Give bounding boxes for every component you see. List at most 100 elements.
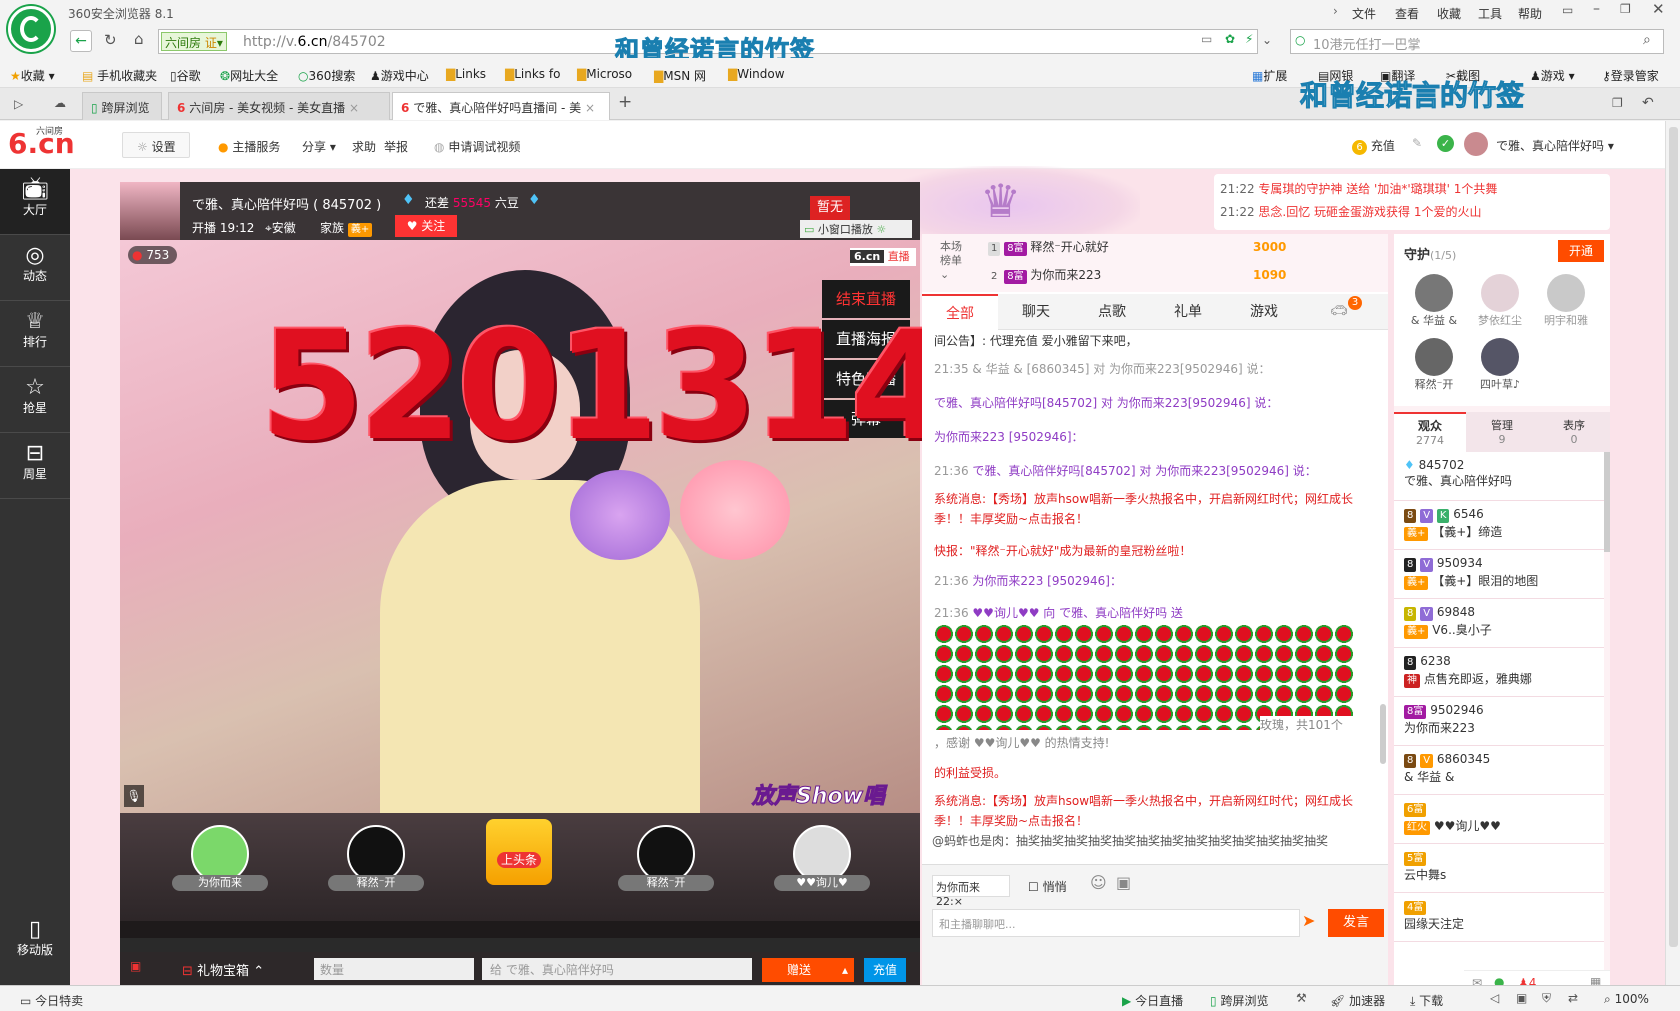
chat-recipient[interactable]: 为你而来22:× bbox=[932, 875, 1010, 908]
seat-1[interactable]: 为你而来 bbox=[172, 825, 268, 915]
send-dropdown-icon[interactable]: ▴ bbox=[836, 958, 854, 982]
fav-collect[interactable]: ★收藏 ▾ bbox=[10, 67, 55, 84]
small-window-button[interactable]: ▭ 小窗口播放 ☼ bbox=[800, 220, 912, 238]
tab-game[interactable]: 游戏 bbox=[1226, 294, 1302, 330]
share-link[interactable]: 分享 ▾ bbox=[302, 138, 336, 155]
emoji-icon[interactable]: ☺ bbox=[1090, 875, 1107, 891]
recharge-button[interactable]: 充值 bbox=[864, 958, 906, 982]
fav-google[interactable]: ▯谷歌 bbox=[170, 67, 201, 84]
sidebar-item-mobile[interactable]: ▯ 移动版 bbox=[0, 909, 70, 975]
list-item[interactable]: 8 6238 神 点售充即返，雅典娜 bbox=[1394, 648, 1604, 697]
undo-close-icon[interactable]: ↶ bbox=[1642, 96, 1654, 110]
lightning-icon[interactable]: ⚡ bbox=[1245, 33, 1253, 45]
sound-icon[interactable]: ◁ bbox=[1490, 992, 1499, 1004]
refresh-icon[interactable]: ↻ bbox=[104, 33, 117, 48]
tab-song[interactable]: 点歌 bbox=[1074, 294, 1150, 330]
settings-button[interactable]: ☼ 设置 bbox=[122, 132, 190, 158]
back-icon[interactable]: ← bbox=[70, 30, 92, 52]
recipient-select[interactable]: 给 で雅、真心陪伴好吗 bbox=[482, 958, 752, 980]
send-plane-icon[interactable]: ➤ bbox=[1302, 913, 1315, 929]
fav-login[interactable]: ⚷登录管家 bbox=[1602, 67, 1659, 84]
maximize-icon[interactable]: ❐ bbox=[1620, 3, 1631, 15]
check-icon[interactable]: ✓ bbox=[1437, 135, 1454, 152]
menu-favorites[interactable]: 收藏 bbox=[1437, 5, 1461, 22]
private-checkbox[interactable]: ☐ 悄悄 bbox=[1028, 878, 1067, 895]
online-icon[interactable]: ● bbox=[1494, 976, 1504, 985]
mail-icon[interactable]: ✉ bbox=[1472, 977, 1482, 985]
sidebar-item-week[interactable]: ⊟ 周星 bbox=[0, 433, 70, 499]
camera-icon[interactable]: ▣ bbox=[1516, 992, 1527, 1004]
fav-linksfo[interactable]: ▇Links fo bbox=[505, 67, 560, 81]
wealth-small-icon[interactable]: ▣ bbox=[130, 960, 141, 972]
tab-chat[interactable]: 聊天 bbox=[998, 294, 1074, 330]
fav-ext[interactable]: ▦扩展 bbox=[1252, 67, 1287, 84]
minimize-icon[interactable]: – bbox=[1593, 2, 1600, 16]
cloud-icon[interactable]: ☁ bbox=[54, 97, 66, 109]
tab-all[interactable]: 全部 bbox=[922, 294, 998, 330]
status-live-today[interactable]: ▶ 今日直播 bbox=[1122, 992, 1183, 1009]
speed-icon[interactable]: ✿ bbox=[1225, 33, 1235, 45]
seat-5[interactable]: ♥♥询儿♥ bbox=[774, 825, 870, 915]
send-gift-button[interactable]: 赠送 bbox=[762, 958, 836, 982]
guard-member[interactable]: 释然⁻开 bbox=[1402, 338, 1466, 392]
page-scroll-thumb[interactable] bbox=[1669, 127, 1678, 947]
guard-member[interactable]: & 华益 & bbox=[1402, 274, 1466, 328]
status-cross-screen[interactable]: ▯ 跨屏浏览 bbox=[1210, 992, 1268, 1009]
mic-icon[interactable]: 🎙︎ bbox=[124, 785, 144, 807]
host-service-link[interactable]: ● 主播服务 bbox=[218, 138, 280, 155]
tab-gift-list[interactable]: 礼单 bbox=[1150, 294, 1226, 330]
search-engine-icon[interactable]: ○ bbox=[1295, 34, 1305, 46]
tab-sort[interactable]: 表序 0 bbox=[1538, 412, 1610, 452]
debug-video-link[interactable]: ◍ 申请调试视频 bbox=[434, 138, 520, 155]
follow-button[interactable]: ♥ 关注 bbox=[395, 215, 457, 237]
skin-icon[interactable]: ▭ bbox=[1562, 4, 1573, 16]
user-avatar[interactable] bbox=[1464, 132, 1488, 156]
user-name[interactable]: で雅、真心陪伴好吗 ▾ bbox=[1496, 137, 1614, 154]
report-link[interactable]: 举报 bbox=[384, 138, 408, 155]
help-link[interactable]: 求助 bbox=[352, 138, 376, 155]
guard-member[interactable]: 四叶草♪ bbox=[1468, 338, 1532, 392]
shield-icon[interactable]: ⛨ bbox=[1542, 992, 1551, 1004]
arrows-icon[interactable]: ⇄ bbox=[1568, 992, 1578, 1004]
guard-member[interactable]: 梦依红尘 bbox=[1468, 274, 1532, 328]
status-download[interactable]: ⤓ 下载 bbox=[1410, 992, 1443, 1009]
url-dropdown-icon[interactable]: ⌄ bbox=[1262, 34, 1272, 46]
fav-hao[interactable]: ❂网址大全 bbox=[220, 67, 278, 84]
fav-mobile[interactable]: ▤ 手机收藏夹 bbox=[82, 67, 157, 84]
fav-window[interactable]: ▇Window bbox=[728, 67, 785, 81]
chat-scrollbar[interactable] bbox=[1380, 704, 1386, 764]
chevron-right-icon[interactable]: › bbox=[1333, 5, 1338, 17]
menu-view[interactable]: 查看 bbox=[1395, 5, 1419, 22]
video-float-icon[interactable]: ▭ bbox=[1201, 33, 1212, 45]
seat-4[interactable]: 释然⁻开 bbox=[618, 825, 714, 915]
menu-tools[interactable]: 工具 bbox=[1478, 5, 1502, 22]
list-item[interactable]: 6富 红火 ♥♥询儿♥♥ bbox=[1394, 795, 1604, 844]
status-deals[interactable]: ▭ 今日特卖 bbox=[20, 992, 83, 1009]
status-accelerator[interactable]: 🚀︎ 加速器 bbox=[1330, 992, 1385, 1009]
list-item[interactable]: ♦ 845702 で雅、真心陪伴好吗 bbox=[1394, 452, 1604, 501]
tab-live-room[interactable]: 6 で雅、真心陪伴好吗直播间 - 美 × bbox=[392, 92, 610, 120]
sidebar-item-star[interactable]: ☆ 抢星 bbox=[0, 367, 70, 433]
audience-scrollbar[interactable] bbox=[1604, 452, 1610, 552]
user-count[interactable]: ♟4 bbox=[1518, 976, 1536, 985]
treasure-box-button[interactable]: ⊟ 礼物宝箱 ⌃ bbox=[182, 960, 264, 979]
seat-2[interactable]: 释然⁻开 bbox=[328, 825, 424, 915]
status-zoom[interactable]: ⌕ 100% bbox=[1604, 992, 1649, 1007]
list-item[interactable]: 8富 9502946 为你而来223 bbox=[1394, 697, 1604, 746]
quantity-input[interactable]: 数量 bbox=[314, 958, 474, 980]
home-icon[interactable]: ⌂ bbox=[134, 32, 144, 47]
fav-msn[interactable]: ▇MSN 网 bbox=[654, 67, 706, 84]
host-avatar[interactable] bbox=[120, 182, 180, 240]
fav-links[interactable]: ▇Links bbox=[446, 67, 486, 81]
list-item[interactable]: 8 V 950934 義+ 【義+】眼泪的地图 bbox=[1394, 550, 1604, 599]
tab-audience[interactable]: 观众 2774 bbox=[1394, 412, 1466, 452]
car-icon[interactable]: 🚗︎ bbox=[1330, 304, 1348, 318]
tab-6cn-home[interactable]: 6 六间房 - 美女视频 - 美女直播 × bbox=[168, 92, 390, 120]
chat-input[interactable]: 和主播聊聊吧... bbox=[932, 909, 1300, 937]
edit-icon[interactable]: ✎ bbox=[1412, 137, 1422, 149]
menu-file[interactable]: 文件 bbox=[1352, 5, 1376, 22]
sidebar-item-hall[interactable]: 📺︎ 大厅 bbox=[0, 169, 70, 235]
recharge-link[interactable]: 6 充值 bbox=[1352, 137, 1395, 155]
list-item[interactable]: 8 V 6860345 & 华益 & bbox=[1394, 746, 1604, 795]
fav-360search[interactable]: ○360搜索 bbox=[298, 67, 355, 84]
